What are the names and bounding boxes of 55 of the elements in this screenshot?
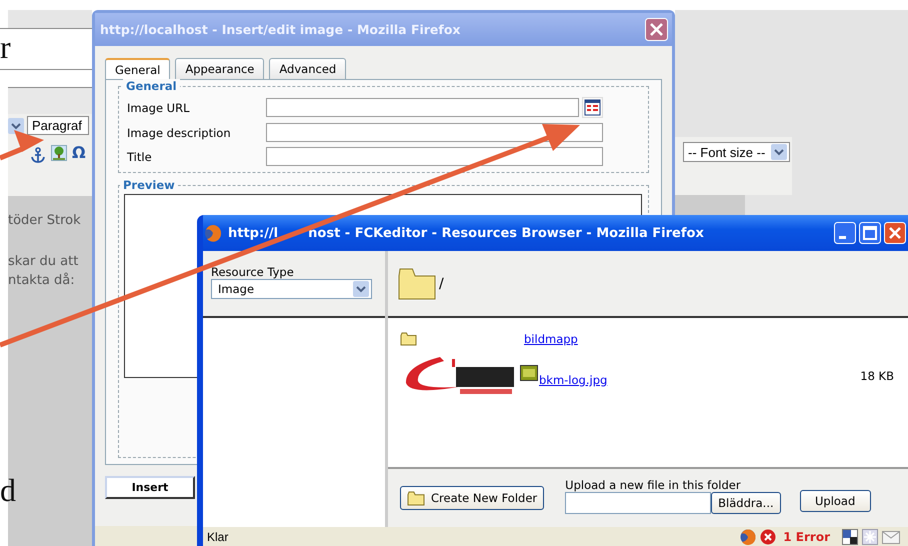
squares-icon[interactable] (842, 528, 858, 544)
create-folder-button[interactable]: Create New Folder (400, 486, 544, 510)
section-legend: Preview (120, 178, 178, 192)
maximize-button[interactable] (859, 222, 881, 244)
globe-icon[interactable] (740, 528, 756, 544)
error-count[interactable]: 1 Error (783, 530, 830, 544)
close-button[interactable] (884, 222, 906, 244)
input-field[interactable] (266, 98, 579, 117)
chevron-icon (771, 144, 787, 160)
folder-icon[interactable] (400, 332, 417, 346)
chevron-button[interactable] (8, 118, 24, 134)
tab[interactable]: General (105, 58, 170, 80)
insert-button[interactable]: Insert (105, 476, 195, 499)
tab[interactable]: Advanced (269, 58, 346, 79)
minimize-button[interactable] (834, 222, 856, 244)
text-line: töder Strok (8, 212, 82, 230)
format-select[interactable]: Paragraf (27, 116, 89, 135)
upload-label: Upload a new file in this folder (565, 478, 742, 492)
file-link[interactable]: bkm-log.jpg (539, 373, 608, 387)
window-title: http://localhost - Insert/edit image - Mozilla Firefox (100, 22, 460, 37)
browse-button[interactable] (582, 97, 603, 118)
file-field[interactable] (565, 492, 712, 514)
error-icon[interactable] (760, 528, 776, 544)
folder-icon (398, 268, 436, 300)
resource-type-select[interactable]: Image (211, 279, 372, 299)
field-label: Image description (127, 126, 232, 140)
upload-button[interactable]: Upload (800, 490, 871, 512)
envelope-icon[interactable] (882, 528, 900, 544)
image-file-icon (520, 365, 538, 381)
image-icon[interactable] (51, 145, 67, 161)
folder-link[interactable]: bildmapp (524, 332, 578, 346)
file-size: 18 KB (860, 369, 894, 383)
folder-path: / (439, 276, 444, 292)
chevron-icon (353, 281, 369, 297)
text-fragment: r (0, 29, 11, 65)
text-line: ntakta då: (8, 272, 76, 290)
globe-icon (204, 224, 222, 242)
special-character-button[interactable]: Ω (72, 145, 86, 161)
browse-button[interactable]: Bläddra... (711, 492, 781, 514)
close-button[interactable] (645, 18, 668, 41)
window-title: http://l (228, 226, 278, 240)
section-legend: General (123, 79, 180, 93)
field-label: Resource Type (211, 265, 295, 279)
field-label: Image URL (127, 100, 190, 114)
input-field[interactable] (266, 123, 603, 142)
field-label: Title (127, 150, 153, 164)
status-text: Klar (207, 530, 228, 544)
text-fragment: d (0, 472, 17, 508)
font-size-select[interactable]: -- Font size -- (683, 142, 790, 162)
text-line: skar du att (8, 253, 80, 271)
input-field[interactable] (266, 147, 603, 166)
tab[interactable]: Appearance (175, 58, 264, 79)
anchor-icon[interactable] (30, 147, 46, 163)
content-area (675, 195, 745, 215)
folder-icon (407, 490, 425, 506)
